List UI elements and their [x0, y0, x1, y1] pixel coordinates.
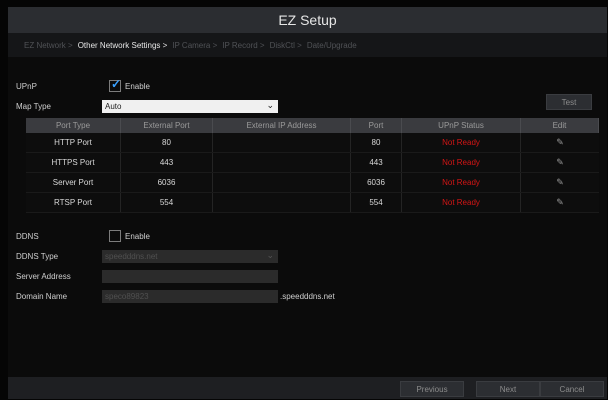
domain-suffix: .speedddns.net — [280, 292, 335, 301]
upnp-label: UPnP — [16, 82, 37, 91]
step-disk: DiskCtl > — [269, 40, 302, 50]
ddns-type-value: speedddns.net — [105, 252, 158, 261]
port-cell: 80 — [351, 133, 402, 152]
cancel-button[interactable]: Cancel — [540, 381, 604, 397]
server-address-label: Server Address — [16, 272, 71, 281]
external-ip-cell — [213, 173, 351, 192]
header-port-type: Port Type — [26, 118, 121, 133]
port-cell: 443 — [351, 153, 402, 172]
upnp-status-cell: Not Ready — [402, 173, 521, 192]
external-ip-cell — [213, 133, 351, 152]
port-type-cell: HTTPS Port — [26, 153, 121, 172]
chevron-down-icon: ⌄ — [266, 100, 274, 110]
pencil-icon[interactable]: ✎ — [556, 157, 564, 168]
pencil-icon[interactable]: ✎ — [556, 177, 564, 188]
test-button[interactable]: Test — [546, 94, 592, 110]
ddns-enable-checkbox[interactable] — [109, 230, 121, 242]
port-cell: 554 — [351, 193, 402, 212]
next-button[interactable]: Next — [476, 381, 540, 397]
ddns-label: DDNS — [16, 232, 39, 241]
map-type-value: Auto — [105, 102, 122, 111]
edit-cell: ✎ — [521, 153, 599, 172]
upnp-status-cell: Not Ready — [402, 193, 521, 212]
ddns-type-select[interactable]: speedddns.net ⌄ — [102, 250, 278, 263]
ddns-enable-label: Enable — [125, 232, 150, 241]
port-type-cell: RTSP Port — [26, 193, 121, 212]
port-type-cell: Server Port — [26, 173, 121, 192]
table-row: HTTPS Port 443 443 Not Ready ✎ — [26, 153, 599, 173]
external-ip-cell — [213, 193, 351, 212]
step-date-upgrade: Date/Upgrade — [306, 40, 357, 50]
domain-name-label: Domain Name — [16, 292, 68, 301]
step-ip-camera: IP Camera > — [172, 40, 218, 50]
port-cell: 6036 — [351, 173, 402, 192]
footer-bar: Previous Next Cancel — [8, 377, 607, 399]
upnp-port-table: Port Type External Port External IP Addr… — [26, 118, 599, 213]
step-other-network-settings: Other Network Settings > — [77, 40, 168, 50]
pencil-icon[interactable]: ✎ — [556, 197, 564, 208]
table-header: Port Type External Port External IP Addr… — [26, 118, 599, 133]
edit-cell: ✎ — [521, 173, 599, 192]
external-port-cell: 80 — [121, 133, 213, 152]
header-upnp-status: UPnP Status — [402, 118, 521, 133]
ez-setup-window: EZ Setup EZ Network > Other Network Sett… — [8, 7, 607, 399]
external-port-cell: 443 — [121, 153, 213, 172]
title-bar: EZ Setup — [8, 7, 607, 33]
header-port: Port — [351, 118, 402, 133]
table-row: HTTP Port 80 80 Not Ready ✎ — [26, 133, 599, 153]
edit-cell: ✎ — [521, 133, 599, 152]
table-row: RTSP Port 554 554 Not Ready ✎ — [26, 193, 599, 213]
pencil-icon[interactable]: ✎ — [556, 137, 564, 148]
ddns-type-label: DDNS Type — [16, 252, 59, 261]
table-row: Server Port 6036 6036 Not Ready ✎ — [26, 173, 599, 193]
chevron-down-icon: ⌄ — [266, 250, 274, 260]
upnp-status-cell: Not Ready — [402, 153, 521, 172]
wizard-steps: EZ Network > Other Network Settings > IP… — [8, 33, 607, 57]
step-ip-record: IP Record > — [222, 40, 265, 50]
window-title: EZ Setup — [278, 12, 337, 28]
map-type-label: Map Type — [16, 102, 51, 111]
external-ip-cell — [213, 153, 351, 172]
upnp-enable-label: Enable — [125, 82, 150, 91]
external-port-cell: 554 — [121, 193, 213, 212]
server-address-input[interactable] — [102, 270, 278, 283]
header-external-port: External Port — [121, 118, 213, 133]
external-port-cell: 6036 — [121, 173, 213, 192]
header-external-ip: External IP Address — [213, 118, 351, 133]
map-type-select[interactable]: Auto ⌄ — [102, 100, 278, 113]
port-type-cell: HTTP Port — [26, 133, 121, 152]
upnp-status-cell: Not Ready — [402, 133, 521, 152]
upnp-enable-checkbox[interactable] — [109, 77, 121, 92]
header-edit: Edit — [521, 118, 599, 133]
step-ez-network: EZ Network > — [24, 40, 73, 50]
edit-cell: ✎ — [521, 193, 599, 212]
domain-name-input[interactable]: speco89823 — [102, 290, 278, 303]
previous-button[interactable]: Previous — [400, 381, 464, 397]
